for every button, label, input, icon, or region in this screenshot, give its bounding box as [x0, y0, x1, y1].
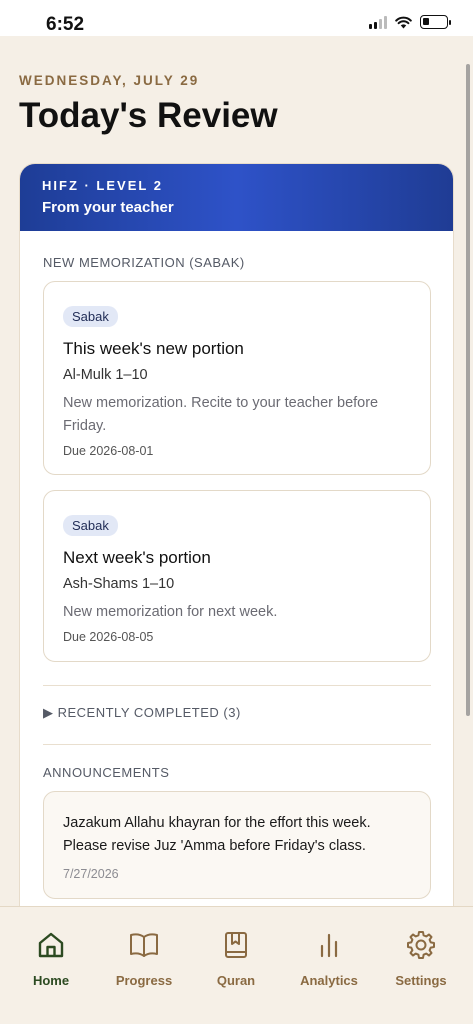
nav-item-progress[interactable]: Progress — [98, 929, 190, 988]
book-open-icon — [130, 933, 158, 957]
review-card: HIFZ · LEVEL 2 From your teacher NEW MEM… — [19, 163, 454, 923]
task-card[interactable]: Sabak Next week's portion Ash-Shams 1–10… — [43, 490, 431, 662]
announcements-section-label: ANNOUNCEMENTS — [43, 765, 170, 780]
status-time: 6:52 — [46, 14, 85, 35]
new-memorization-section-label: NEW MEMORIZATION (SABAK) — [43, 255, 245, 270]
bar-chart-icon — [320, 933, 338, 958]
task-title: This week's new portion — [63, 339, 244, 358]
task-reference: Ash-Shams 1–10 — [63, 576, 175, 592]
status-bar: 6:52 — [0, 0, 473, 36]
nav-item-analytics[interactable]: Analytics — [283, 929, 375, 988]
nav-label: Progress — [115, 973, 173, 988]
task-due-date: Due 2026-08-05 — [63, 630, 154, 644]
bottom-nav: Home Progress Quran Analytics Settings — [0, 906, 473, 1024]
date-label: WEDNESDAY, JULY 29 — [19, 73, 200, 88]
announcement-text: Jazakum Allahu khayran for the effort th… — [63, 815, 371, 854]
scrollbar[interactable] — [466, 64, 470, 716]
nav-label: Home — [32, 973, 70, 988]
program-header: HIFZ · LEVEL 2 From your teacher — [20, 164, 453, 231]
program-level: HIFZ · LEVEL 2 — [42, 178, 163, 193]
sabak-badge: Sabak — [63, 306, 118, 327]
gear-icon — [407, 931, 435, 959]
sabak-badge: Sabak — [63, 515, 118, 536]
recently-completed-toggle[interactable]: ▶ RECENTLY COMPLETED (3) — [43, 705, 241, 721]
battery-icon — [420, 15, 451, 29]
announcement-card: Jazakum Allahu khayran for the effort th… — [43, 791, 431, 899]
nav-label: Settings — [395, 973, 447, 988]
program-subtitle: From your teacher — [42, 199, 174, 216]
nav-label: Quran — [216, 973, 256, 988]
announcement-date: 7/27/2026 — [63, 867, 119, 881]
task-title: Next week's portion — [63, 548, 211, 567]
task-description: New memorization for next week. — [63, 604, 278, 620]
divider — [43, 685, 431, 686]
task-card[interactable]: Sabak This week's new portion Al-Mulk 1–… — [43, 281, 431, 475]
bookmark-book-icon — [225, 932, 247, 958]
task-reference: Al-Mulk 1–10 — [63, 367, 148, 383]
status-icons — [369, 15, 451, 29]
wifi-icon — [395, 16, 412, 28]
task-description: New memorization. Recite to your teacher… — [63, 395, 379, 434]
nav-item-quran[interactable]: Quran — [190, 929, 282, 988]
page-title: Today's Review — [19, 96, 278, 135]
nav-label: Analytics — [300, 973, 358, 988]
divider — [43, 744, 431, 745]
task-due-date: Due 2026-08-01 — [63, 444, 154, 458]
nav-item-home[interactable]: Home — [5, 929, 97, 988]
cellular-signal-icon — [369, 15, 387, 29]
home-icon — [38, 932, 64, 958]
nav-item-settings[interactable]: Settings — [375, 929, 467, 988]
